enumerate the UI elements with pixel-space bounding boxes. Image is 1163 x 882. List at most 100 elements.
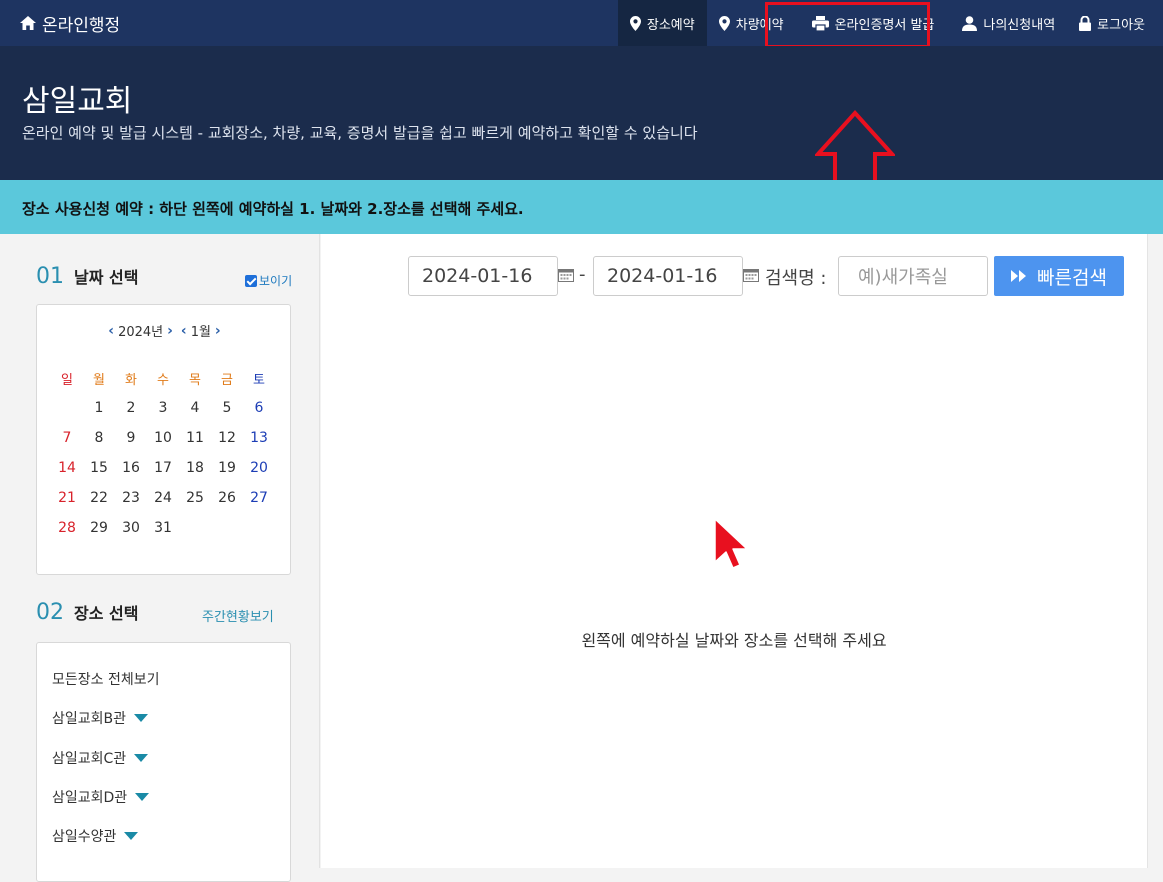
hero-banner: 삼일교회 온라인 예약 및 발급 시스템 - 교회장소, 차량, 교육, 증명서… bbox=[0, 46, 1163, 205]
place-item-all[interactable]: 모든장소 전체보기 bbox=[52, 669, 160, 689]
calendar-day[interactable]: 13 bbox=[243, 430, 275, 446]
calendar-day[interactable]: 19 bbox=[211, 460, 243, 476]
place-item-c[interactable]: 삼일교회C관 bbox=[52, 748, 149, 768]
left-sidebar: 01 날짜 선택 보이기 ‹ 2024년 › ‹ 1월 › 일 월 화 수 목 … bbox=[0, 234, 320, 882]
nav-vehicle-reservation[interactable]: 차량예약 bbox=[707, 0, 796, 46]
place-label: 삼일수양관 bbox=[52, 829, 117, 845]
show-calendar-checkbox[interactable]: 보이기 bbox=[245, 272, 292, 289]
caret-down-icon bbox=[135, 793, 150, 801]
calendar-day[interactable]: 1 bbox=[83, 400, 115, 416]
page-title: 삼일교회 bbox=[22, 84, 133, 119]
caret-down-icon bbox=[134, 754, 149, 762]
weekday-row: 일 월 화 수 목 금 토 bbox=[51, 363, 275, 393]
calendar-day[interactable]: 6 bbox=[243, 400, 275, 416]
nav-label: 차량예약 bbox=[735, 17, 784, 33]
calendar-day[interactable]: 3 bbox=[147, 400, 179, 416]
calendar-icon[interactable] bbox=[558, 268, 574, 282]
lock-icon bbox=[1079, 15, 1092, 31]
calendar-day[interactable]: 29 bbox=[83, 520, 115, 536]
calendar-day[interactable]: 12 bbox=[211, 430, 243, 446]
prev-month-chevron-icon[interactable]: ‹ bbox=[181, 323, 187, 339]
calendar-day[interactable]: 10 bbox=[147, 430, 179, 446]
place-item-b[interactable]: 삼일교회B관 bbox=[52, 708, 149, 728]
place-label: 삼일교회D관 bbox=[52, 790, 128, 806]
next-year-chevron-icon[interactable]: › bbox=[167, 323, 173, 339]
top-navbar: 온라인행정 장소예약 차량예약 온라인증명서 발급 나의신청내역 로그아웃 bbox=[0, 0, 1163, 46]
notice-bar: 장소 사용신청 예약 : 하단 왼쪽에 예약하실 1. 날짜와 2.장소를 선택… bbox=[0, 180, 1163, 234]
calendar-day[interactable]: 4 bbox=[179, 400, 211, 416]
calendar-day[interactable]: 20 bbox=[243, 460, 275, 476]
calendar-day[interactable]: 26 bbox=[211, 490, 243, 506]
calendar-day[interactable]: 8 bbox=[83, 430, 115, 446]
calendar-day[interactable]: 22 bbox=[83, 490, 115, 506]
weekday-label: 수 bbox=[157, 372, 169, 388]
calendar-day[interactable]: 7 bbox=[51, 430, 83, 446]
section-number: 02 bbox=[36, 600, 64, 625]
nav-place-reservation[interactable]: 장소예약 bbox=[617, 0, 707, 46]
nav-online-certificate[interactable]: 온라인증명서 발급 bbox=[796, 0, 951, 46]
page-subtitle: 온라인 예약 및 발급 시스템 - 교회장소, 차량, 교육, 증명서 발급을 … bbox=[22, 124, 698, 142]
next-month-chevron-icon[interactable]: › bbox=[215, 323, 221, 339]
map-pin-icon bbox=[718, 15, 730, 31]
calendar-day[interactable]: 14 bbox=[51, 460, 83, 476]
show-label: 보이기 bbox=[259, 274, 293, 288]
place-list: 모든장소 전체보기 삼일교회B관 삼일교회C관 삼일교회D관 삼일수양관 bbox=[36, 642, 291, 882]
calendar-day[interactable]: 30 bbox=[115, 520, 147, 536]
calendar-day[interactable]: 9 bbox=[115, 430, 147, 446]
calendar-nav: ‹ 2024년 › ‹ 1월 › bbox=[37, 321, 292, 341]
calendar-day[interactable]: 31 bbox=[147, 520, 179, 536]
section-title: 날짜 선택 bbox=[74, 268, 139, 287]
brand-label: 온라인행정 bbox=[42, 15, 121, 36]
calendar-week-row: 28 29 30 31 bbox=[51, 513, 275, 543]
fast-forward-icon bbox=[1011, 270, 1027, 282]
place-item-d[interactable]: 삼일교회D관 bbox=[52, 787, 150, 807]
nav-label: 나의신청내역 bbox=[983, 17, 1056, 33]
calendar-icon[interactable] bbox=[743, 268, 759, 282]
calendar-day[interactable]: 17 bbox=[147, 460, 179, 476]
calendar-day[interactable]: 24 bbox=[147, 490, 179, 506]
weekday-label: 월 bbox=[93, 372, 105, 388]
date-section-header: 01 날짜 선택 bbox=[36, 264, 138, 289]
place-item-retreat[interactable]: 삼일수양관 bbox=[52, 826, 139, 846]
calendar-day[interactable]: 23 bbox=[115, 490, 147, 506]
weekly-status-link[interactable]: 주간현황보기 bbox=[202, 606, 274, 625]
prev-year-chevron-icon[interactable]: ‹ bbox=[108, 323, 114, 339]
start-date-input[interactable]: 2024-01-16 bbox=[408, 256, 558, 296]
notice-text: 장소 사용신청 예약 : 하단 왼쪽에 예약하실 1. 날짜와 2.장소를 선택… bbox=[22, 200, 524, 218]
calendar-day[interactable]: 18 bbox=[179, 460, 211, 476]
end-date-input[interactable]: 2024-01-16 bbox=[593, 256, 743, 296]
main-content: 2024-01-16 - 2024-01-16 검색명 : 예)새가족실 빠른검… bbox=[321, 234, 1147, 868]
calendar-day[interactable]: 25 bbox=[179, 490, 211, 506]
calendar-day[interactable]: 28 bbox=[51, 520, 83, 536]
caret-down-icon bbox=[124, 832, 139, 840]
place-section-header: 02 장소 선택 bbox=[36, 600, 138, 625]
brand[interactable]: 온라인행정 bbox=[20, 0, 120, 46]
calendar-week-row: 21 22 23 24 25 26 27 bbox=[51, 483, 275, 513]
calendar-day[interactable]: 2 bbox=[115, 400, 147, 416]
calendar: ‹ 2024년 › ‹ 1월 › 일 월 화 수 목 금 토 123456789… bbox=[36, 304, 291, 575]
nav-my-applications[interactable]: 나의신청내역 bbox=[950, 0, 1067, 46]
calendar-day[interactable]: 16 bbox=[115, 460, 147, 476]
nav-label: 로그아웃 bbox=[1097, 17, 1145, 33]
calendar-year: 2024년 bbox=[118, 325, 164, 340]
weekday-label: 화 bbox=[125, 372, 137, 388]
search-name-input[interactable]: 예)새가족실 bbox=[838, 256, 988, 296]
search-name-label: 검색명 : bbox=[765, 268, 827, 289]
calendar-day[interactable]: 11 bbox=[179, 430, 211, 446]
section-number: 01 bbox=[36, 264, 64, 289]
calendar-day[interactable]: 15 bbox=[83, 460, 115, 476]
nav-label: 온라인증명서 발급 bbox=[834, 17, 935, 33]
quick-search-button[interactable]: 빠른검색 bbox=[994, 256, 1124, 296]
right-gutter bbox=[1147, 234, 1163, 868]
calendar-day[interactable]: 27 bbox=[243, 490, 275, 506]
nav-label: 장소예약 bbox=[646, 17, 695, 33]
weekday-label: 토 bbox=[253, 372, 265, 388]
mouse-cursor-icon bbox=[714, 518, 748, 569]
button-label: 빠른검색 bbox=[1037, 266, 1107, 289]
weekday-label: 일 bbox=[61, 372, 73, 388]
nav-logout[interactable]: 로그아웃 bbox=[1067, 0, 1157, 46]
calendar-day[interactable]: 21 bbox=[51, 490, 83, 506]
calendar-day[interactable]: 5 bbox=[211, 400, 243, 416]
printer-icon bbox=[811, 15, 829, 31]
place-label: 삼일교회B관 bbox=[52, 711, 127, 727]
